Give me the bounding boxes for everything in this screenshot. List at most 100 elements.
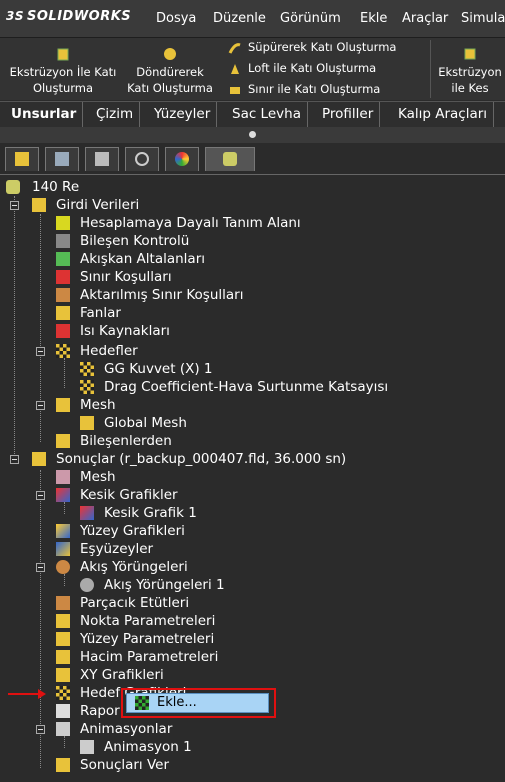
menu-file[interactable]: Dosya [156,11,196,26]
menu-view[interactable]: Görünüm [280,11,341,26]
domain-icon [56,216,70,230]
tree-results[interactable]: Sonuçlar (r_backup_000407.fld, 36.000 sn… [32,450,346,468]
goal-icon [80,380,94,394]
tree-root[interactable]: 140 Re [6,178,79,196]
tree-global-mesh[interactable]: Global Mesh [80,414,187,432]
point-parameter-icon [56,614,70,628]
tree-cut-plot-1[interactable]: Kesik Grafik 1 [80,504,197,522]
tree-export-results[interactable]: Sonuçları Ver [56,756,169,774]
menu-edit[interactable]: Düzenle [213,11,266,26]
sweep-boss-button[interactable]: Süpürerek Katı Oluşturma [228,40,396,55]
expand-toggle[interactable] [10,455,19,464]
command-tabs: Unsurlar Çizim Yüzeyler Sac Levha Profil… [0,101,505,128]
tab-property-manager[interactable] [45,147,79,171]
animation-icon [56,722,70,736]
extrude-boss-button[interactable]: Ekstrüzyon İle Katı Oluşturma [4,46,122,96]
tab-flow-simulation[interactable] [205,147,255,171]
tree-surface-plots[interactable]: Yüzey Grafikleri [56,522,185,540]
extrude-boss-icon [57,48,69,61]
components-icon [56,434,70,448]
extrude-cut-button[interactable]: Ekstrüzyon ile Kes [434,46,505,96]
context-menu-item-add[interactable]: Ekle... [126,693,269,713]
expand-toggle[interactable] [36,347,45,356]
tree-mesh[interactable]: Mesh [56,396,116,414]
tab-sheet-metal[interactable]: Sac Levha [226,102,308,127]
loft-boss-button[interactable]: Loft ile Katı Oluşturma [228,61,376,76]
tab-sketch[interactable]: Çizim [90,102,141,127]
tree-line [40,470,41,768]
animation-icon [80,740,94,754]
tree-point-parameters[interactable]: Nokta Parametreleri [56,612,215,630]
tab-display-manager[interactable] [165,147,199,171]
cut-plot-icon [80,506,94,520]
tab-mold-tools[interactable]: Kalıp Araçları [392,102,495,127]
collapse-handle-icon[interactable] [249,131,256,138]
flow-trajectory-icon [80,578,94,592]
boundary-boss-button[interactable]: Sınır ile Katı Oluşturma [228,82,380,97]
tree-heat-sources[interactable]: Isı Kaynakları [56,322,170,340]
tree-flow-trajectories-1[interactable]: Akış Yörüngeleri 1 [80,576,225,594]
tree-fans[interactable]: Fanlar [56,304,121,322]
context-menu: Ekle... [121,688,276,718]
tab-surfaces[interactable]: Yüzeyler [148,102,218,127]
add-goal-icon [135,696,149,710]
tree-surface-parameters[interactable]: Yüzey Parametreleri [56,630,214,648]
results-icon [32,452,46,466]
tree-computational-domain[interactable]: Hesaplamaya Dayalı Tanım Alanı [56,214,301,232]
tab-configuration-manager[interactable] [85,147,119,171]
tree-transferred-bc[interactable]: Aktarılmış Sınır Koşulları [56,286,243,304]
tree-xy-plots[interactable]: XY Grafikleri [56,666,164,684]
tree-volume-parameters[interactable]: Hacim Parametreleri [56,648,218,666]
tree-fluid-subdomains[interactable]: Akışkan Altalanları [56,250,205,268]
menu-tools[interactable]: Araçlar [402,11,448,26]
tab-weldments[interactable]: Profiller [316,102,381,127]
mesh-icon [56,398,70,412]
goal-plot-icon [56,686,70,700]
annotation-arrow [8,689,46,699]
tree-isosurfaces[interactable]: Eşyüzeyler [56,540,153,558]
feature-tree-icon [15,152,29,166]
tree-cut-plots[interactable]: Kesik Grafikler [56,486,178,504]
transferred-bc-icon [56,288,70,302]
expand-toggle[interactable] [36,563,45,572]
tree-animations[interactable]: Animasyonlar [56,720,172,738]
tree-results-mesh[interactable]: Mesh [56,468,116,486]
export-results-icon [56,758,70,772]
tree-flow-trajectories[interactable]: Akış Yörüngeleri [56,558,188,576]
boundary-condition-icon [56,270,70,284]
tree-goal-drag-coefficient[interactable]: Drag Coefficient-Hava Surtunme Katsayısı [80,378,388,396]
tab-dimxpert[interactable] [125,147,159,171]
menu-insert[interactable]: Ekle [360,11,387,26]
component-control-icon [56,234,70,248]
panel-collapse-bar[interactable] [0,127,505,143]
tree-components[interactable]: Bileşenlerden [56,432,172,450]
fluid-subdomain-icon [56,252,70,266]
solidworks-logo[interactable]: 3S SOLIDWORKS [6,9,131,24]
display-manager-icon [175,152,189,166]
tab-feature-tree[interactable] [5,147,39,171]
tree-animation-1[interactable]: Animasyon 1 [80,738,192,756]
tree-line [14,196,15,458]
revolve-boss-button[interactable]: Döndürerek Katı Oluşturma [124,46,216,96]
dimxpert-icon [135,152,149,166]
menu-bar: 3S SOLIDWORKS Dosya Düzenle Görünüm Ekle … [0,0,505,38]
flow-project-icon [6,180,20,194]
expand-toggle[interactable] [10,201,19,210]
tab-features[interactable]: Unsurlar [5,102,84,127]
menu-simulation[interactable]: Simula [461,11,505,26]
tree-goals[interactable]: Hedefler [56,342,138,360]
particle-study-icon [56,596,70,610]
expand-toggle[interactable] [36,401,45,410]
goal-icon [80,362,94,376]
tree-component-control[interactable]: Bileşen Kontrolü [56,232,189,250]
expand-toggle[interactable] [36,725,45,734]
tree-boundary-conditions[interactable]: Sınır Koşulları [56,268,172,286]
tree-input-data[interactable]: Girdi Verileri [32,196,139,214]
surface-plot-icon [56,524,70,538]
global-mesh-icon [80,416,94,430]
input-data-folder-icon [32,198,46,212]
tree-goal-gg-force[interactable]: GG Kuvvet (X) 1 [80,360,212,378]
tree-particle-studies[interactable]: Parçacık Etütleri [56,594,189,612]
expand-toggle[interactable] [36,491,45,500]
tree-report[interactable]: Rapor [56,702,120,720]
